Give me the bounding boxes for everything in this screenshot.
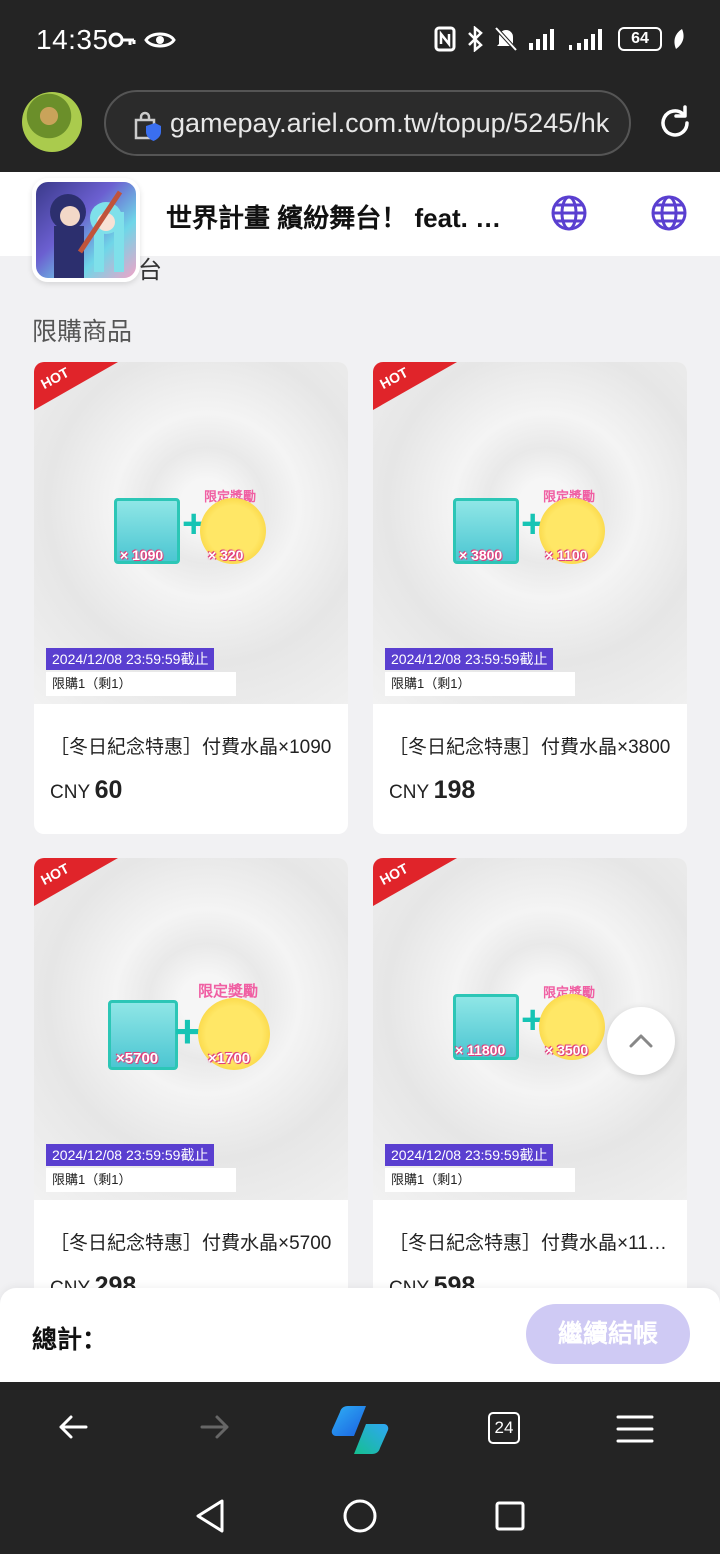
gem-count: × 1090	[120, 547, 164, 563]
checkout-bar: 總計： 繼續結帳	[0, 1288, 720, 1382]
status-time: 14:35	[36, 24, 109, 55]
deadline-tag: 2024/12/08 23:59:59截止	[46, 1144, 215, 1166]
product-image: HOT 限定獎勵 + ×5700 ×1700 2024/12/08 23:59:…	[34, 858, 348, 1200]
purchase-limit: 限購1（剩1）	[385, 672, 575, 696]
continue-checkout-button[interactable]: 繼續結帳	[526, 1304, 690, 1364]
forward-arrow-icon[interactable]	[198, 1410, 232, 1444]
url-text: gamepay.ariel.com.tw/topup/5245/hk	[170, 108, 610, 138]
product-card[interactable]: HOT 限定獎勵 + × 3800 × 1100 2024/12/08 23:5…	[373, 362, 687, 834]
language-globe-icon[interactable]	[650, 194, 688, 232]
status-right-icons: 64	[434, 26, 686, 52]
price-currency: CNY	[50, 782, 91, 803]
signal-icon-2	[569, 29, 602, 50]
bonus-count: × 320	[208, 547, 244, 563]
nav-back-triangle-icon[interactable]	[194, 1498, 226, 1534]
nfc-icon	[434, 26, 456, 52]
leaf-icon	[674, 29, 684, 49]
total-label: 總計：	[32, 1326, 108, 1354]
price-amount: 60	[94, 776, 123, 804]
price-amount: 198	[433, 776, 476, 804]
product-image: HOT 限定獎勵 + × 3800 × 1100 2024/12/08 23:5…	[373, 362, 687, 704]
bonus-count: × 3500	[545, 1042, 589, 1058]
product-name: ［冬日紀念特惠］付費水晶×1090	[50, 737, 332, 758]
back-arrow-icon[interactable]	[56, 1410, 90, 1444]
key-icon	[108, 32, 136, 48]
product-card[interactable]: HOT 限定獎勵 + × 1090 × 320 2024/12/08 23:59…	[34, 362, 348, 834]
eye-icon	[144, 32, 176, 48]
app-header: 世界計畫 繽紛舞台！ feat. 初音未來	[0, 172, 720, 282]
browser-bottom-nav: 24	[0, 1382, 720, 1476]
app-title: 世界計畫 繽紛舞台！ feat. 初音未來	[166, 203, 516, 233]
purchase-limit: 限購1（剩1）	[46, 672, 236, 696]
plus-icon: +	[174, 1005, 201, 1057]
purchase-limit: 限購1（剩1）	[385, 1168, 575, 1192]
product-name: ［冬日紀念特惠］付費水晶×11800	[389, 1233, 675, 1254]
browser-toolbar: gamepay.ariel.com.tw/topup/5245/hk	[0, 82, 720, 172]
purchase-limit: 限購1（剩1）	[46, 1168, 236, 1192]
nav-recents-square-icon[interactable]	[494, 1500, 526, 1532]
gem-count: × 11800	[455, 1042, 506, 1058]
product-name: ［冬日紀念特惠］付費水晶×5700	[50, 1233, 332, 1254]
status-left-icons	[108, 26, 176, 54]
reload-icon[interactable]	[656, 104, 694, 142]
bonus-count: × 1100	[545, 547, 588, 563]
site-shield-icon[interactable]	[132, 110, 162, 142]
section-title: 限購商品	[32, 318, 133, 346]
deadline-tag: 2024/12/08 23:59:59截止	[46, 648, 215, 670]
avatar[interactable]	[22, 92, 82, 152]
gem-count: × 3800	[459, 547, 503, 563]
product-image: HOT 限定獎勵 + × 1090 × 320 2024/12/08 23:59…	[34, 362, 348, 704]
battery-indicator: 64	[618, 27, 662, 51]
bluetooth-icon	[468, 26, 483, 52]
copilot-icon[interactable]	[330, 1404, 390, 1456]
address-bar[interactable]: gamepay.ariel.com.tw/topup/5245/hk	[104, 90, 631, 156]
signal-icon	[529, 29, 554, 50]
price-currency: CNY	[389, 782, 430, 803]
deadline-tag: 2024/12/08 23:59:59截止	[385, 648, 554, 670]
status-bar: 14:35 64	[0, 0, 720, 82]
bonus-count: ×1700	[208, 1050, 251, 1067]
nav-home-circle-icon[interactable]	[342, 1498, 378, 1534]
globe-icon[interactable]	[550, 194, 588, 232]
product-name: ［冬日紀念特惠］付費水晶×3800	[389, 737, 671, 758]
mute-bell-icon	[494, 26, 518, 52]
scroll-to-top-button[interactable]	[607, 1007, 675, 1075]
product-price: CNY 60	[50, 776, 122, 805]
gem-count: ×5700	[116, 1050, 159, 1067]
product-card[interactable]: HOT 限定獎勵 + × 11800 × 3500 2024/12/08 23:…	[373, 858, 687, 1330]
game-app-icon	[32, 178, 140, 282]
product-card[interactable]: HOT 限定獎勵 + ×5700 ×1700 2024/12/08 23:59:…	[34, 858, 348, 1330]
app-title-fragment: 台	[138, 257, 162, 284]
product-price: CNY 198	[389, 776, 475, 805]
chevron-up-icon	[629, 1034, 653, 1048]
system-navigation-bar	[0, 1476, 720, 1554]
deadline-tag: 2024/12/08 23:59:59截止	[385, 1144, 554, 1166]
tab-count-button[interactable]: 24	[488, 1412, 520, 1444]
menu-icon[interactable]	[616, 1414, 654, 1444]
